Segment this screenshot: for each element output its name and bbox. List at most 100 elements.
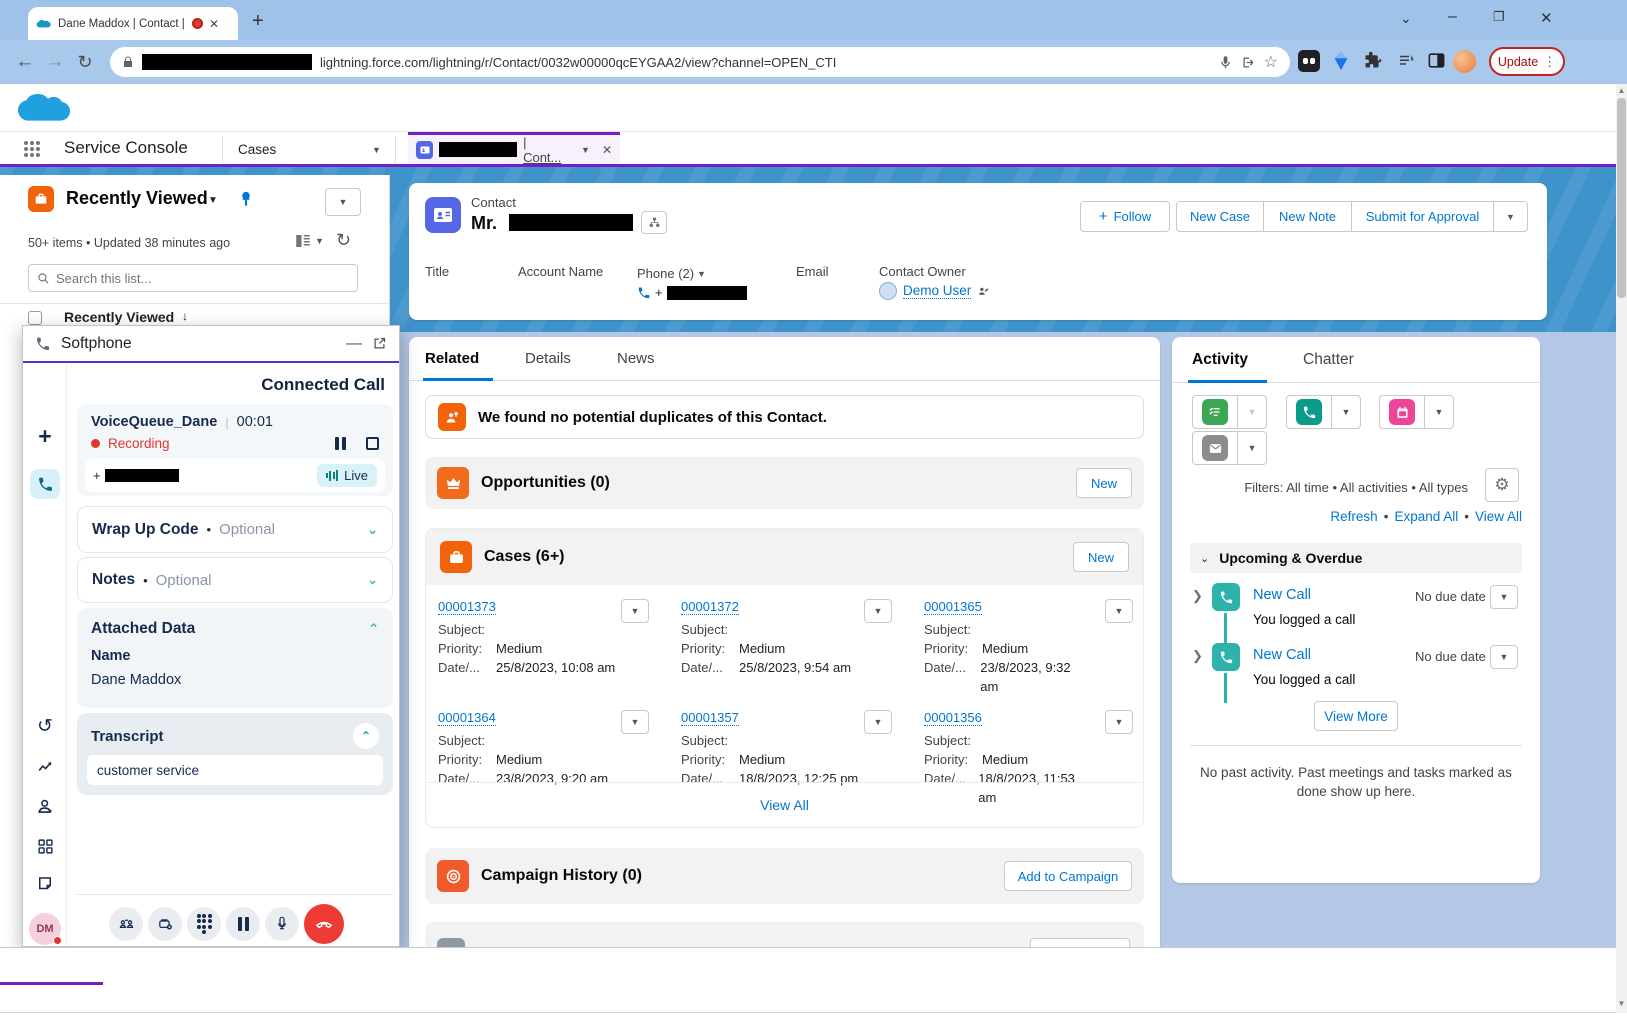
workspace-tab-dropdown-icon[interactable]: ▼: [372, 145, 381, 155]
new-event-dropdown[interactable]: ▼: [1425, 395, 1454, 429]
extension-2-icon[interactable]: [1330, 50, 1352, 72]
activity-item-dropdown[interactable]: ▼: [1490, 585, 1518, 609]
bookmark-star-icon[interactable]: ☆: [1264, 52, 1278, 72]
reload-icon[interactable]: ↻: [70, 52, 100, 73]
browser-profile-avatar[interactable]: [1453, 50, 1476, 73]
popout-icon[interactable]: [372, 336, 387, 351]
change-owner-icon[interactable]: [977, 285, 990, 298]
minimize-icon[interactable]: —: [346, 335, 362, 353]
email-dropdown[interactable]: ▼: [1238, 431, 1267, 465]
chevron-down-icon[interactable]: ⌄: [367, 522, 378, 538]
display-as-icon[interactable]: [294, 232, 312, 250]
add-call-icon[interactable]: +: [30, 421, 60, 451]
forward-icon[interactable]: →: [40, 51, 70, 73]
list-title-dropdown-icon[interactable]: ▼: [208, 195, 218, 206]
case-row-dropdown[interactable]: ▼: [864, 599, 892, 623]
refresh-icon[interactable]: ↻: [336, 230, 351, 251]
scroll-up-icon[interactable]: ▲: [1616, 86, 1627, 95]
case-row-dropdown[interactable]: ▼: [621, 599, 649, 623]
window-minimize-icon[interactable]: –: [1448, 8, 1457, 26]
expand-all-link[interactable]: Expand All: [1394, 509, 1458, 524]
window-close-icon[interactable]: ✕: [1540, 9, 1553, 27]
expand-item-icon[interactable]: ❯: [1192, 648, 1203, 664]
view-more-button[interactable]: View More: [1314, 701, 1398, 731]
case-row-dropdown[interactable]: ▼: [1105, 710, 1133, 734]
more-actions-dropdown[interactable]: ▼: [1494, 201, 1528, 232]
case-number-link[interactable]: 00001373: [438, 599, 496, 615]
submit-for-approval-button[interactable]: Submit for Approval: [1352, 201, 1494, 232]
activity-item-title[interactable]: New Call: [1253, 647, 1311, 663]
case-row-dropdown[interactable]: ▼: [621, 710, 649, 734]
follow-button[interactable]: + Follow: [1080, 201, 1170, 232]
phone-dropdown-icon[interactable]: ▼: [697, 269, 706, 279]
email-button[interactable]: [1192, 431, 1238, 465]
reading-list-icon[interactable]: [1396, 52, 1416, 70]
new-tab-button[interactable]: +: [252, 10, 264, 33]
view-all-link[interactable]: View All: [1475, 509, 1522, 524]
case-number-link[interactable]: 00001364: [438, 710, 496, 726]
extension-1-icon[interactable]: [1298, 50, 1320, 72]
new-note-button[interactable]: New Note: [1264, 201, 1352, 232]
mic-icon[interactable]: [1218, 55, 1233, 70]
tab-news[interactable]: News: [617, 350, 655, 367]
agent-icon[interactable]: [30, 791, 60, 821]
dialpad-icon[interactable]: [187, 907, 221, 941]
mute-mic-icon[interactable]: [265, 907, 299, 941]
cases-header[interactable]: Cases (6+) New: [426, 529, 1143, 585]
phone-value[interactable]: +: [637, 285, 747, 300]
tab-close-icon[interactable]: ✕: [602, 143, 612, 157]
apps-grid-icon[interactable]: [30, 831, 60, 861]
end-call-button[interactable]: [304, 904, 344, 944]
transcript-input[interactable]: customer service: [87, 755, 383, 785]
log-call-button[interactable]: [1286, 395, 1332, 429]
active-console-tab[interactable]: | Cont... ▼ ✕: [408, 132, 620, 164]
hold-icon[interactable]: [226, 907, 260, 941]
activity-settings-button[interactable]: ⚙: [1485, 468, 1519, 502]
share-icon[interactable]: [1241, 55, 1256, 70]
campaign-history-section[interactable]: Campaign History (0) Add to Campaign: [425, 848, 1144, 904]
tab-chatter[interactable]: Chatter: [1303, 351, 1354, 369]
new-opportunity-button[interactable]: New: [1076, 468, 1132, 498]
app-launcher-icon[interactable]: [24, 141, 41, 158]
opportunities-section[interactable]: Opportunities (0) New: [425, 457, 1144, 509]
new-case-button-section[interactable]: New: [1073, 542, 1129, 572]
workspace-tab-cases[interactable]: Cases: [238, 142, 276, 157]
chevron-up-icon[interactable]: ⌃: [353, 723, 379, 749]
tab-activity[interactable]: Activity: [1192, 351, 1248, 369]
side-panel-icon[interactable]: [1427, 51, 1446, 70]
browser-menu-icon[interactable]: ⋮: [1543, 54, 1556, 70]
case-number-link[interactable]: 00001365: [924, 599, 982, 615]
pin-icon[interactable]: [236, 188, 256, 210]
url-bar[interactable]: lightning.force.com/lightning/r/Contact/…: [110, 47, 1290, 77]
refresh-link[interactable]: Refresh: [1330, 509, 1377, 524]
cases-view-all-link[interactable]: View All: [426, 797, 1143, 813]
scrollbar-thumb[interactable]: [1617, 98, 1626, 298]
view-hierarchy-button[interactable]: [641, 211, 667, 234]
case-number-link[interactable]: 00001372: [681, 599, 739, 615]
new-event-button[interactable]: [1379, 395, 1425, 429]
case-number-link[interactable]: 00001356: [924, 710, 982, 726]
expand-item-icon[interactable]: ❯: [1192, 588, 1203, 604]
display-as-dropdown-icon[interactable]: ▼: [315, 236, 324, 246]
new-case-button[interactable]: New Case: [1176, 201, 1264, 232]
agent-avatar[interactable]: DM: [29, 913, 61, 945]
upcoming-overdue-section[interactable]: ⌄ Upcoming & Overdue: [1190, 543, 1522, 573]
activity-item-title[interactable]: New Call: [1253, 587, 1311, 603]
tab-related[interactable]: Related: [425, 350, 479, 367]
activity-item-dropdown[interactable]: ▼: [1490, 645, 1518, 669]
device-icon[interactable]: [148, 907, 182, 941]
tab-close-icon[interactable]: ✕: [209, 17, 219, 31]
owner-value[interactable]: Demo User: [879, 282, 990, 300]
list-search[interactable]: [28, 264, 358, 292]
case-row-dropdown[interactable]: ▼: [1105, 599, 1133, 623]
notes-icon[interactable]: [30, 869, 60, 899]
case-number-link[interactable]: 00001357: [681, 710, 739, 726]
collapse-icon[interactable]: ⌄: [1200, 552, 1209, 565]
extensions-puzzle-icon[interactable]: [1362, 50, 1383, 71]
pause-recording-icon[interactable]: [335, 437, 346, 450]
window-maximize-icon[interactable]: ❐: [1493, 9, 1505, 25]
list-search-input[interactable]: [56, 271, 349, 286]
new-task-dropdown[interactable]: ▼: [1238, 395, 1267, 429]
list-actions-dropdown[interactable]: ▼: [325, 188, 361, 216]
wrap-up-code-section[interactable]: Wrap Up Code • Optional ⌄: [77, 506, 393, 553]
